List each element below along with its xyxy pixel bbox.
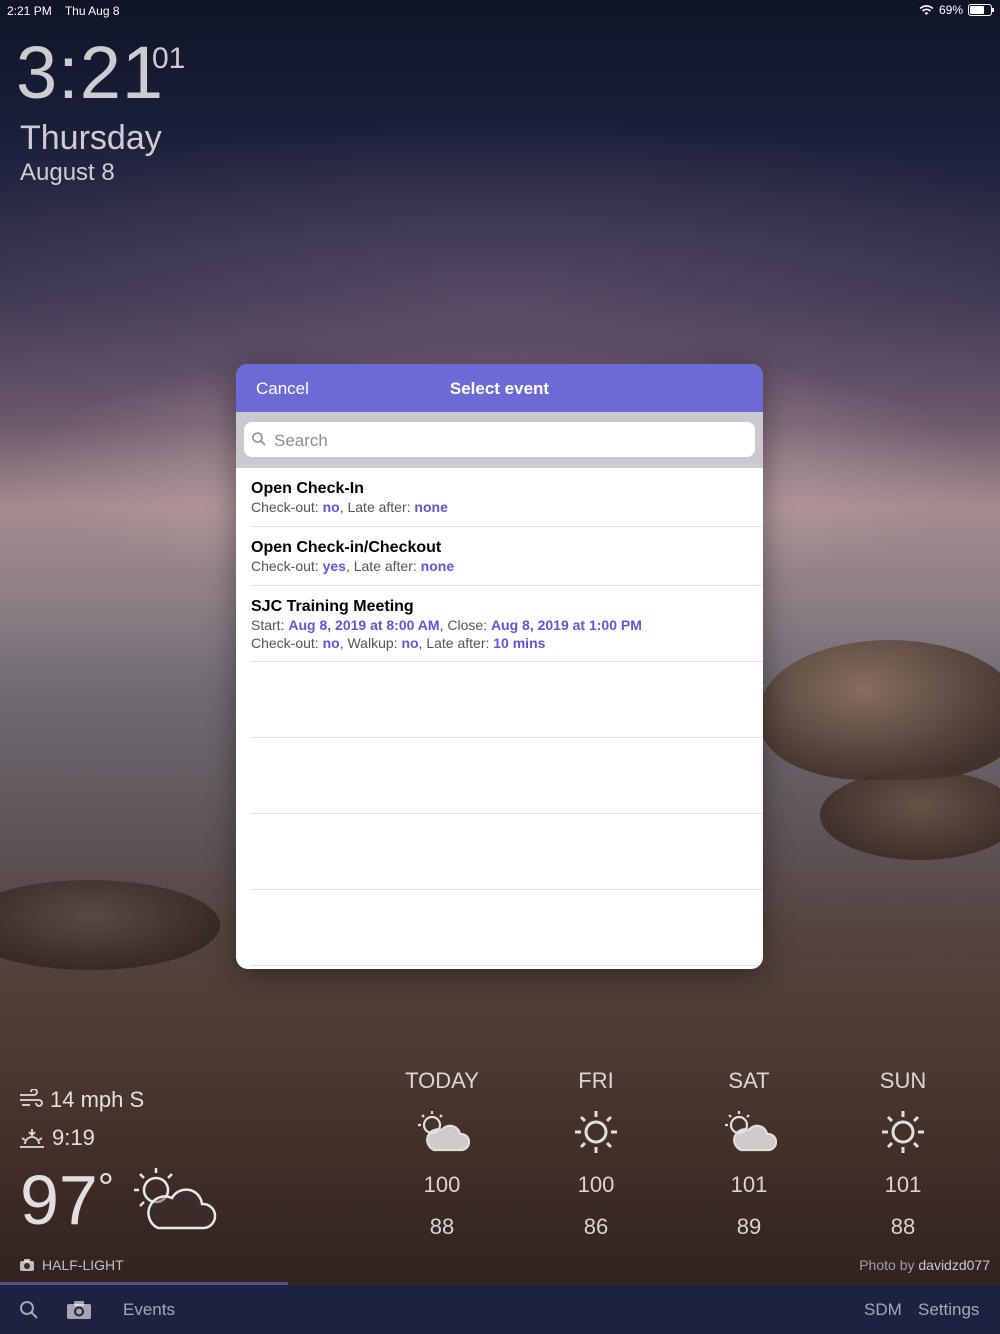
late-value: none — [414, 499, 448, 515]
forecast-day-name: SUN — [879, 1068, 927, 1093]
temperature-value: 97 — [20, 1161, 98, 1239]
event-row[interactable]: Open Check-In Check-out: no, Late after:… — [251, 468, 763, 527]
close-value: Aug 8, 2019 at 1:00 PM — [490, 617, 642, 633]
forecast-low: 88 — [429, 1214, 455, 1239]
partly-cloudy-icon — [134, 1168, 217, 1230]
tab-indicator — [0, 1282, 288, 1285]
search-input[interactable] — [272, 422, 736, 459]
checkout-value: yes — [322, 558, 346, 574]
event-details: Check-out: no, Late after: none — [251, 498, 763, 516]
search-icon — [252, 432, 266, 446]
clock-time: 3:21 — [16, 31, 165, 114]
partly-cloudy-icon — [725, 1111, 778, 1152]
checkout-value: no — [322, 499, 340, 515]
forecast-low: 89 — [736, 1214, 762, 1239]
forecast-day-name: TODAY — [405, 1068, 479, 1093]
clock: 3:21 01 Thursday August 8 — [16, 30, 185, 188]
degree-symbol: ° — [97, 1166, 114, 1210]
sunset-time: 9:19 — [52, 1125, 95, 1150]
sun-icon — [882, 1111, 924, 1153]
late-value: 10 mins — [493, 635, 546, 651]
background-rock — [760, 640, 1000, 780]
empty-row — [251, 662, 763, 738]
event-details: Check-out: no, Walkup: no, Late after: 1… — [251, 634, 763, 652]
wind-info: 14 mph S — [18, 1087, 144, 1113]
late-value: none — [420, 558, 455, 574]
sunset-icon — [20, 1129, 44, 1148]
forecast-day: FRI 100 86 — [541, 1068, 651, 1240]
empty-row — [251, 738, 763, 814]
battery-percent: 69% — [938, 3, 963, 17]
battery-icon — [968, 4, 994, 16]
status-time: 2:21 PM — [7, 4, 52, 18]
tab-sdm[interactable]: SDM — [864, 1300, 902, 1320]
background-rock — [820, 770, 1000, 860]
event-name: Open Check-in/Checkout — [251, 539, 442, 556]
photo-credit-prefix: Photo by — [859, 1257, 919, 1273]
forecast-day: SAT 101 89 — [694, 1068, 804, 1240]
photo-credit-author: davidzd077 — [918, 1257, 990, 1273]
event-row[interactable]: SJC Training Meeting Start: Aug 8, 2019 … — [251, 586, 763, 662]
checkout-label: Check-out: — [251, 558, 319, 574]
status-date: Thu Aug 8 — [64, 4, 120, 18]
checkout-value: no — [322, 635, 340, 651]
modal-title: Select event — [449, 379, 550, 398]
wifi-icon — [919, 5, 934, 15]
checkout-label: Check-out: — [251, 635, 319, 651]
select-event-modal: Cancel Select event Open Check-In Check-… — [236, 364, 763, 969]
forecast-low: 86 — [583, 1214, 609, 1239]
forecast-day-name: SAT — [728, 1068, 770, 1093]
modal-header: Cancel Select event — [236, 364, 763, 412]
wind-icon — [20, 1089, 43, 1107]
empty-row — [251, 814, 763, 890]
search-field[interactable] — [244, 422, 755, 459]
background-rock — [0, 880, 220, 970]
search-bar — [236, 412, 763, 468]
clock-date: August 8 — [20, 159, 115, 186]
forecast-high: 100 — [423, 1172, 461, 1197]
start-label: Start: — [251, 617, 285, 633]
event-details: Check-out: yes, Late after: none — [251, 557, 763, 575]
sunset-info: 9:19 — [18, 1125, 95, 1151]
forecast-day-name: FRI — [578, 1068, 614, 1093]
camera-icon — [20, 1259, 34, 1271]
event-name: SJC Training Meeting — [251, 598, 414, 615]
forecast-low: 88 — [890, 1214, 916, 1239]
close-label: , Close: — [439, 617, 488, 633]
late-label: , Late after: — [345, 558, 417, 574]
current-temperature: 97° — [20, 1160, 114, 1240]
forecast-day: SUN 101 88 — [848, 1068, 958, 1240]
tab-settings[interactable]: Settings — [918, 1300, 979, 1320]
start-value: Aug 8, 2019 at 8:00 AM — [288, 617, 440, 633]
walkup-label: , Walkup: — [339, 635, 398, 651]
half-light-toggle[interactable]: HALF-LIGHT — [20, 1257, 124, 1273]
forecast-high: 100 — [577, 1172, 615, 1197]
empty-row — [251, 890, 763, 966]
wind-speed: 14 mph S — [50, 1087, 145, 1112]
clock-day: Thursday — [20, 119, 162, 157]
camera-icon[interactable] — [66, 1300, 92, 1320]
forecast-high: 101 — [884, 1172, 922, 1197]
photo-credit: Photo by davidzd077 — [859, 1257, 990, 1273]
partly-cloudy-icon — [418, 1111, 471, 1152]
search-icon[interactable] — [19, 1300, 39, 1320]
sun-icon — [575, 1111, 617, 1153]
status-bar: 2:21 PM Thu Aug 8 69% — [0, 0, 1000, 22]
event-row[interactable]: Open Check-in/Checkout Check-out: yes, L… — [251, 527, 763, 586]
late-label: , Late after: — [339, 499, 411, 515]
forecast-high: 101 — [730, 1172, 768, 1197]
late-label: , Late after: — [418, 635, 490, 651]
event-schedule: Start: Aug 8, 2019 at 8:00 AM, Close: Au… — [251, 616, 763, 634]
clock-seconds: 01 — [152, 42, 186, 75]
tab-events[interactable]: Events — [123, 1300, 175, 1320]
half-light-label: HALF-LIGHT — [42, 1257, 124, 1273]
tab-bar: Events SDM Settings — [0, 1282, 1000, 1334]
checkout-label: Check-out: — [251, 499, 319, 515]
walkup-value: no — [401, 635, 419, 651]
event-name: Open Check-In — [251, 480, 364, 497]
forecast-day: TODAY 100 88 — [387, 1068, 497, 1240]
